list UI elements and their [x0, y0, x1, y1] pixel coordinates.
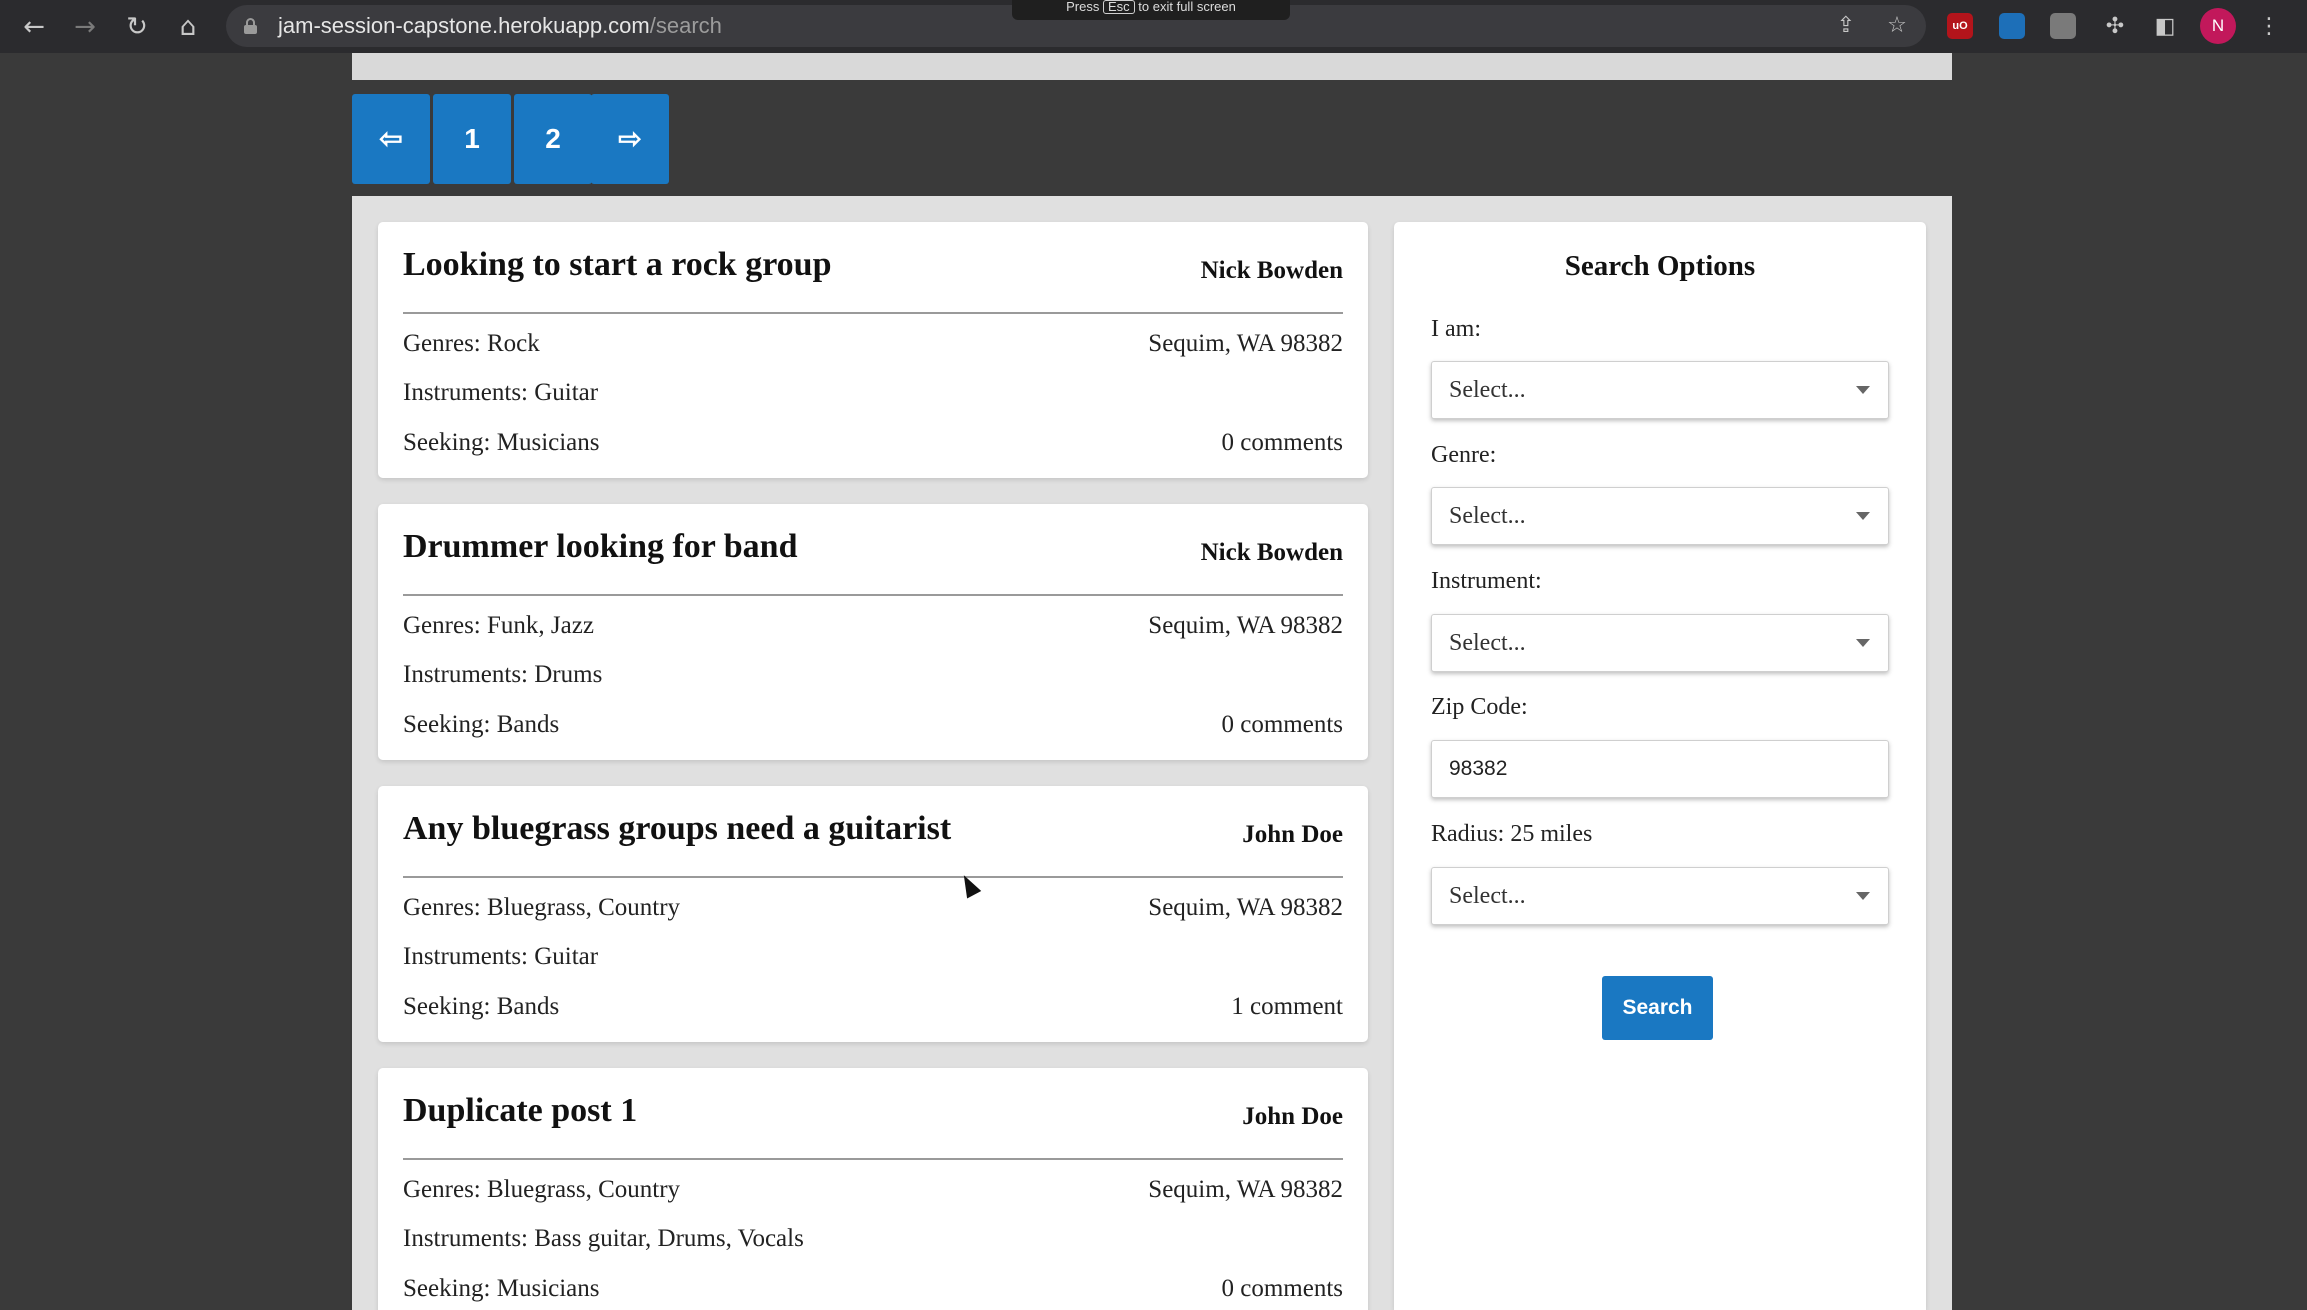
- post-seeking: Seeking: Bands: [403, 993, 560, 1020]
- divider: [403, 876, 1343, 878]
- post-comments[interactable]: 1 comment: [1231, 993, 1343, 1021]
- fullscreen-notice: Press Esc to exit full screen: [1012, 0, 1290, 20]
- bookmark-star-icon[interactable]: ☆: [1882, 11, 1912, 41]
- post-title[interactable]: Looking to start a rock group: [403, 246, 832, 284]
- profile-avatar[interactable]: N: [2200, 8, 2236, 44]
- chevron-down-icon: [1856, 639, 1870, 647]
- prev-page-button[interactable]: ⇦: [352, 94, 430, 184]
- divider: [403, 312, 1343, 314]
- chevron-down-icon: [1856, 386, 1870, 394]
- post-location: Sequim, WA 98382: [1148, 330, 1343, 357]
- search-button[interactable]: Search: [1602, 976, 1713, 1040]
- divider: [403, 594, 1343, 596]
- page-1-button[interactable]: 1: [433, 94, 511, 184]
- instrument-select[interactable]: Select...: [1431, 614, 1889, 672]
- instrument-label: Instrument:: [1431, 568, 1542, 594]
- side-panel-icon[interactable]: ◧: [2150, 12, 2180, 42]
- instrument-select-value: Select...: [1449, 630, 1526, 656]
- search-options-panel: Search Options I am: Select... Genre: Se…: [1394, 222, 1926, 1310]
- genre-select-value: Select...: [1449, 503, 1526, 529]
- home-icon[interactable]: ⌂: [171, 10, 205, 44]
- post-card[interactable]: Duplicate post 1 John Doe Genres: Bluegr…: [378, 1068, 1368, 1310]
- post-title[interactable]: Duplicate post 1: [403, 1092, 637, 1130]
- post-author: John Doe: [1242, 821, 1343, 848]
- post-genres: Genres: Rock: [403, 330, 540, 357]
- post-author: Nick Bowden: [1200, 257, 1343, 284]
- post-instruments: Instruments: Guitar: [403, 379, 599, 406]
- post-instruments: Instruments: Drums: [403, 661, 603, 688]
- i-am-select-value: Select...: [1449, 377, 1526, 403]
- share-icon[interactable]: ⇪: [1831, 11, 1861, 41]
- i-am-label: I am:: [1431, 316, 1481, 342]
- extensions-puzzle-icon[interactable]: ✣: [2100, 12, 2130, 42]
- page-2-button[interactable]: 2: [514, 94, 592, 184]
- extension-icon[interactable]: [2050, 13, 2076, 39]
- divider: [403, 1158, 1343, 1160]
- post-comments[interactable]: 0 comments: [1221, 711, 1343, 739]
- chevron-down-icon: [1856, 892, 1870, 900]
- zip-code-label: Zip Code:: [1431, 694, 1528, 720]
- post-comments[interactable]: 0 comments: [1221, 1275, 1343, 1303]
- vscode-extension-icon[interactable]: [1999, 13, 2025, 39]
- next-page-button[interactable]: ⇨: [591, 94, 669, 184]
- browser-toolbar: ← → ↻ ⌂ jam-session-capstone.herokuapp.c…: [0, 0, 2307, 53]
- radius-label: Radius: 25 miles: [1431, 821, 1593, 847]
- post-author: John Doe: [1242, 1103, 1343, 1130]
- post-location: Sequim, WA 98382: [1148, 612, 1343, 639]
- post-card[interactable]: Looking to start a rock group Nick Bowde…: [378, 222, 1368, 478]
- post-genres: Genres: Bluegrass, Country: [403, 894, 681, 921]
- post-location: Sequim, WA 98382: [1148, 1176, 1343, 1203]
- forward-arrow-icon[interactable]: →: [68, 10, 102, 44]
- post-author: Nick Bowden: [1200, 539, 1343, 566]
- post-genres: Genres: Bluegrass, Country: [403, 1176, 681, 1203]
- reload-icon[interactable]: ↻: [120, 10, 154, 44]
- post-comments[interactable]: 0 comments: [1221, 429, 1343, 457]
- genre-select[interactable]: Select...: [1431, 487, 1889, 545]
- post-seeking: Seeking: Musicians: [403, 1275, 600, 1302]
- back-arrow-icon[interactable]: ←: [17, 10, 51, 44]
- post-seeking: Seeking: Bands: [403, 711, 560, 738]
- url-text[interactable]: jam-session-capstone.herokuapp.com/searc…: [278, 5, 722, 47]
- radius-select-value: Select...: [1449, 883, 1526, 909]
- post-instruments: Instruments: Bass guitar, Drums, Vocals: [403, 1225, 804, 1252]
- site-header-strip: [352, 53, 1952, 80]
- chevron-down-icon: [1856, 512, 1870, 520]
- radius-select[interactable]: Select...: [1431, 867, 1889, 925]
- post-genres: Genres: Funk, Jazz: [403, 612, 594, 639]
- post-instruments: Instruments: Guitar: [403, 943, 599, 970]
- menu-kebab-icon[interactable]: ⋮: [2254, 12, 2284, 42]
- post-card[interactable]: Any bluegrass groups need a guitarist Jo…: [378, 786, 1368, 1042]
- post-seeking: Seeking: Musicians: [403, 429, 600, 456]
- genre-label: Genre:: [1431, 442, 1497, 468]
- lock-icon[interactable]: [244, 18, 257, 34]
- post-title[interactable]: Any bluegrass groups need a guitarist: [403, 810, 951, 848]
- i-am-select[interactable]: Select...: [1431, 361, 1889, 419]
- post-title[interactable]: Drummer looking for band: [403, 528, 798, 566]
- search-options-title: Search Options: [1564, 250, 1756, 282]
- post-card[interactable]: Drummer looking for band Nick Bowden Gen…: [378, 504, 1368, 760]
- post-location: Sequim, WA 98382: [1148, 894, 1343, 921]
- zip-code-input[interactable]: [1431, 740, 1889, 798]
- ublock-icon[interactable]: uO: [1947, 13, 1973, 39]
